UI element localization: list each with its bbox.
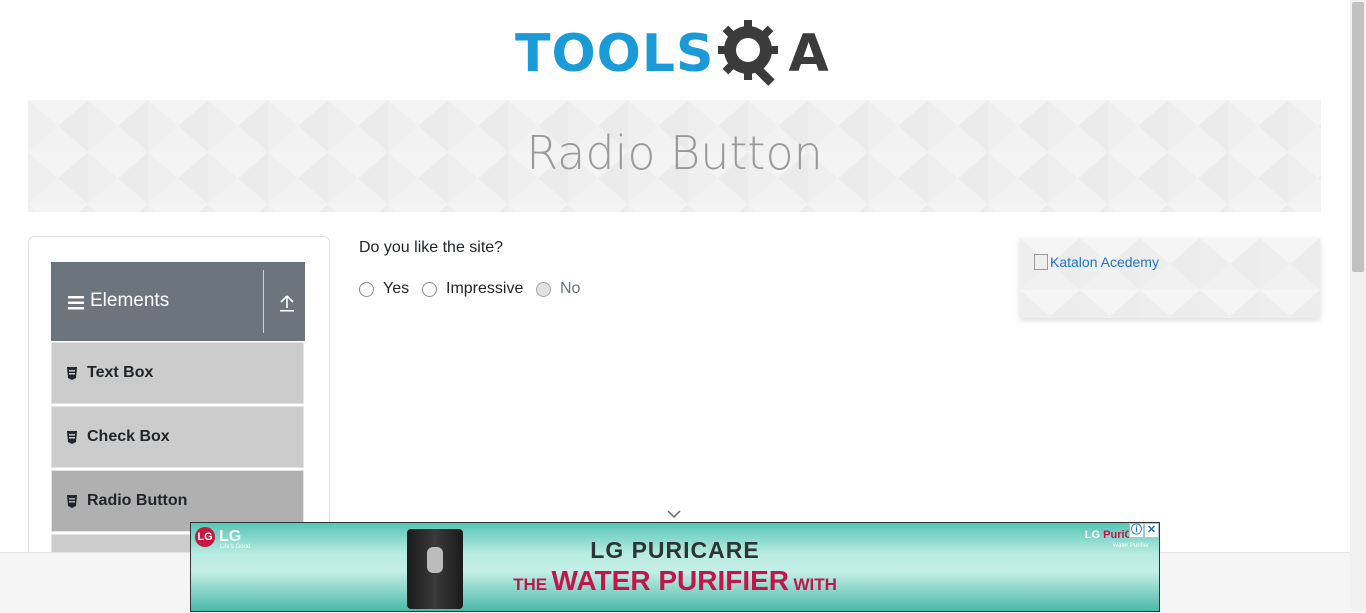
- ad-subheadline: THE WATER PURIFIER WITH: [191, 565, 1159, 597]
- ad-headline: LG PURICARE: [590, 537, 760, 563]
- logo-a-text: A: [788, 24, 830, 84]
- bottom-ad-banner[interactable]: LG LG Life's Good LG PURICARE THE WATER …: [190, 522, 1160, 612]
- broken-image-icon: [1034, 254, 1048, 270]
- ad-sub-main: WATER PURIFIER: [551, 565, 790, 596]
- form-icon: [67, 366, 77, 380]
- radio-yes[interactable]: [359, 281, 374, 297]
- scrollbar-thumb[interactable]: [1352, 2, 1364, 272]
- form-icon: [67, 494, 77, 508]
- radio-label-no: No: [560, 280, 581, 297]
- ad-info-icon[interactable]: ⓘ: [1129, 523, 1144, 538]
- ad-close-icon[interactable]: ✕: [1144, 523, 1159, 538]
- sidebar-item-label: Radio Button: [87, 492, 188, 509]
- hamburger-icon: [68, 296, 84, 310]
- page-banner: Radio Button: [28, 100, 1321, 212]
- sidebar-item-text-box[interactable]: Text Box: [51, 342, 304, 404]
- radio-option-no: No: [536, 279, 580, 299]
- radio-label-yes[interactable]: Yes: [383, 280, 409, 298]
- radio-label-impressive[interactable]: Impressive: [446, 280, 523, 298]
- group-divider: [263, 270, 264, 333]
- ad-right-logo-lg: LG: [1084, 529, 1101, 541]
- sidebar-item-label: Text Box: [87, 364, 154, 381]
- ad-controls: ⓘ ✕: [1129, 523, 1159, 538]
- collapse-up-icon[interactable]: [279, 295, 295, 312]
- ad-right-sub: Water Purifier: [1112, 543, 1149, 549]
- chevron-down-icon[interactable]: [666, 509, 682, 519]
- logo-tools-text: TOOLS: [515, 24, 715, 84]
- side-ad-card[interactable]: Katalon Acedemy: [1020, 238, 1320, 318]
- page-scrollbar[interactable]: [1350, 0, 1366, 612]
- ad-sub-prefix: THE: [513, 575, 548, 594]
- radio-option-yes[interactable]: Yes: [359, 279, 409, 299]
- group-header-elements[interactable]: Elements: [51, 262, 305, 341]
- radio-option-impressive[interactable]: Impressive: [422, 279, 523, 299]
- triangle-pattern: [1020, 238, 1320, 318]
- group-title: Elements: [90, 290, 170, 311]
- broken-image-link[interactable]: Katalon Acedemy: [1034, 254, 1159, 270]
- radio-no: [536, 281, 551, 297]
- sidebar-item-check-box[interactable]: Check Box: [51, 406, 304, 468]
- broken-image-alt[interactable]: Katalon Acedemy: [1050, 254, 1159, 270]
- sidebar-item-label: Check Box: [87, 428, 170, 445]
- ad-sub-suffix: WITH: [793, 575, 837, 594]
- form-icon: [67, 430, 77, 444]
- radio-impressive[interactable]: [422, 281, 437, 297]
- page-title: Radio Button: [526, 126, 823, 180]
- toolsqa-logo[interactable]: TOOLS A: [515, 16, 839, 92]
- question-text: Do you like the site?: [359, 239, 504, 256]
- gear-magnifier-icon: [718, 20, 779, 86]
